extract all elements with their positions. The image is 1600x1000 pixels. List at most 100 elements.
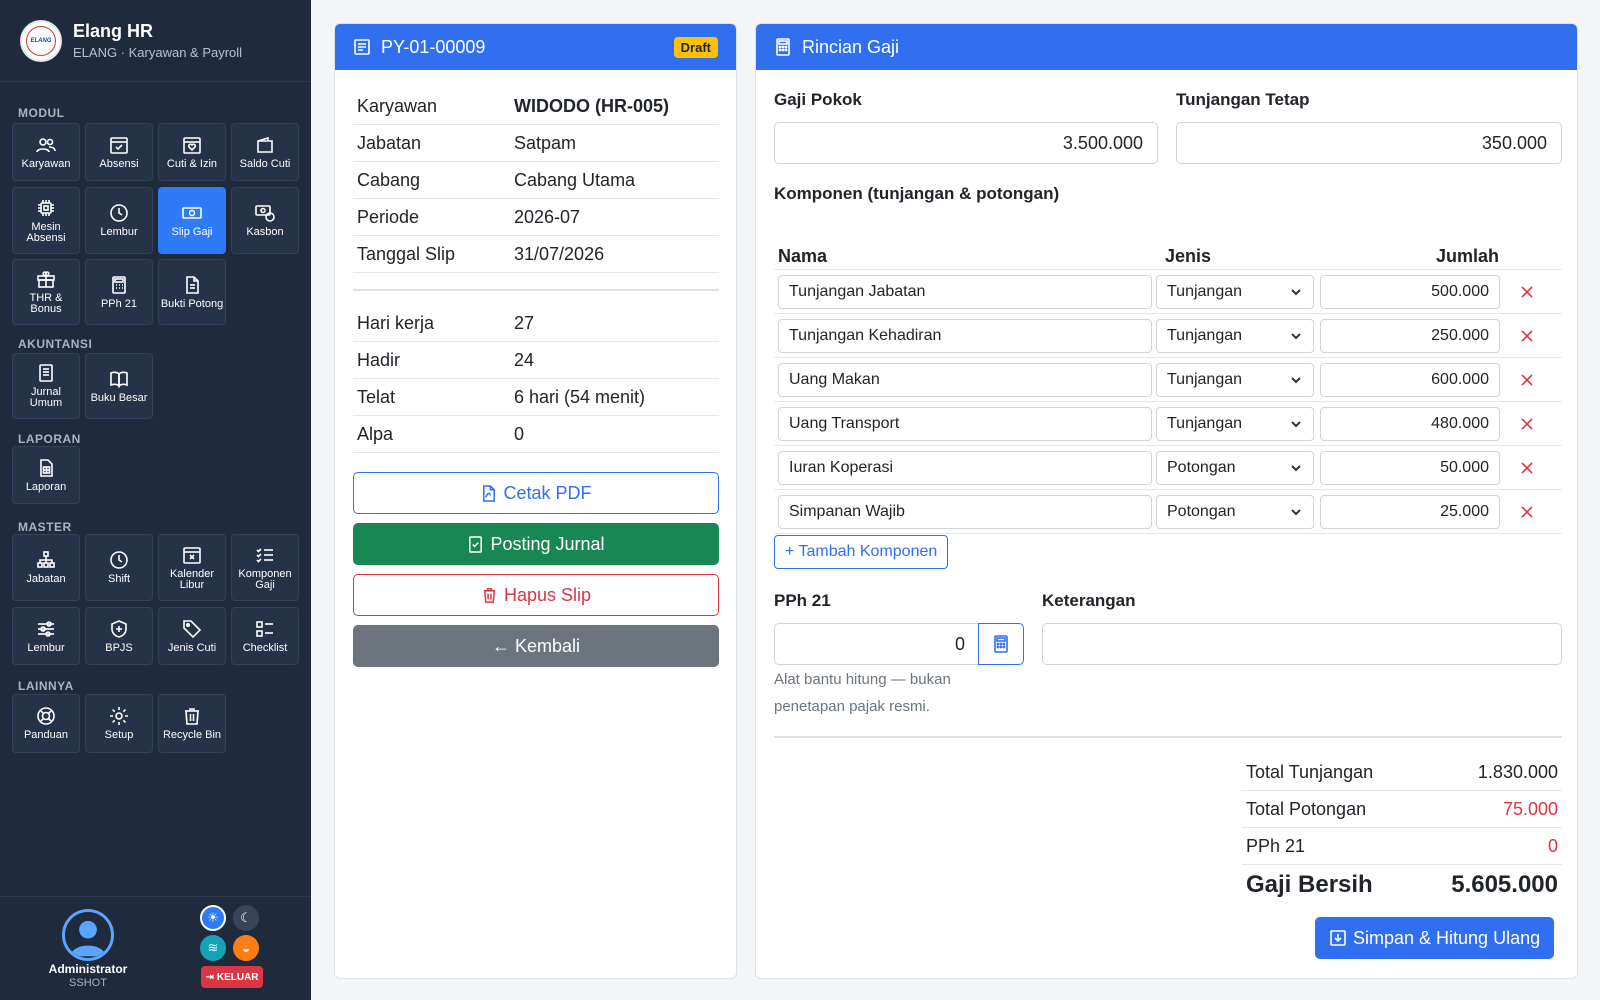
tunjangan-tetap-input[interactable]: 350.000 [1176,122,1562,164]
component-amount-input[interactable]: 600.000 [1320,363,1500,397]
remove-component-button[interactable] [1518,503,1536,521]
sidebar-footer: Administrator SSHOT [0,896,311,1000]
component-amount-input[interactable]: 500.000 [1320,275,1500,309]
component-type-select[interactable]: Tunjangan [1156,319,1314,353]
component-amount-input[interactable]: 480.000 [1320,407,1500,441]
sidebar-item-panduan[interactable]: Panduan [12,694,80,753]
sidebar-item-label: Checklist [242,641,288,654]
remove-component-button[interactable] [1518,371,1536,389]
sidebar-item-cuti-izin[interactable]: Cuti & Izin [158,123,226,181]
avatar[interactable] [62,909,114,961]
blue-theme-button[interactable]: ≋ [200,935,226,961]
sidebar-item-lembur[interactable]: Lembur [85,187,153,254]
sidebar-item-mesin-absensi[interactable]: Mesin Absensi [12,187,80,254]
sidebar-item-saldo-cuti[interactable]: Saldo Cuti [231,123,299,181]
component-row: Uang Makan Tunjangan 600.000 [774,357,1562,401]
sidebar-item-kasbon[interactable]: Kasbon [231,187,299,254]
component-name-input[interactable]: Uang Transport [778,407,1152,441]
keterangan-input[interactable] [1042,623,1562,665]
gaji-pokok-input[interactable]: 3.500.000 [774,122,1158,164]
info-value: 0 [514,423,525,444]
sliders-icon [36,619,56,639]
total-potongan-value: 75.000 [1502,798,1558,819]
sidebar-item-thr-bonus[interactable]: THR & Bonus [12,259,80,325]
total-tunjangan-label: Total Tunjangan [1246,761,1374,782]
section-akuntansi: AKUNTANSI [18,337,93,351]
sidebar-item-shift[interactable]: Shift [85,534,153,601]
sidebar-item-absensi[interactable]: Absensi [85,123,153,181]
remove-component-button[interactable] [1518,415,1536,433]
print-pdf-button[interactable]: Cetak PDF [353,472,719,514]
calculate-pph-button[interactable] [978,623,1024,665]
save-recalculate-button[interactable]: Simpan & Hitung Ulang [1315,917,1555,959]
delete-slip-button[interactable]: Hapus Slip [353,574,719,616]
component-amount-input[interactable]: 50.000 [1320,451,1500,485]
sidebar-item-label: Jenis Cuti [167,641,217,654]
totals-table: Total Tunjangan 1.830.000 Total Potongan 7… [1242,754,1562,905]
sidebar-item-setup[interactable]: Setup [85,694,153,753]
component-table-end [774,533,1562,534]
sidebar-item-jurnal-umum[interactable]: Jurnal Umum [12,353,80,419]
gaji-bersih-row: Gaji Bersih 5.605.000 [1242,865,1562,905]
component-type-value: Potongan [1167,459,1236,476]
component-amount-input[interactable]: 250.000 [1320,319,1500,353]
gaji-bersih-value: 5.605.000 [1451,871,1558,898]
component-name-input[interactable]: Simpanan Wajib [778,495,1152,529]
sidebar-item-slip-gaji[interactable]: Slip Gaji [158,187,226,254]
remove-component-button[interactable] [1518,283,1536,301]
component-type-select[interactable]: Tunjangan [1156,407,1314,441]
add-component-button[interactable]: + Tambah Komponen [774,535,949,569]
sidebar-item-karyawan[interactable]: Karyawan [12,123,80,181]
pph-input[interactable]: 0 [774,623,980,665]
component-type-select[interactable]: Potongan [1156,495,1314,529]
column-jumlah: Jumlah [1436,246,1500,266]
sidebar-item-label: Laporan [25,480,67,493]
info-key: Periode [357,206,420,227]
remove-component-button[interactable] [1518,459,1536,477]
component-name-input[interactable]: Iuran Koperasi [778,451,1152,485]
sidebar-item-lembur[interactable]: Lembur [12,607,80,665]
sidebar-item-checklist[interactable]: Checklist [231,607,299,665]
component-type-select[interactable]: Tunjangan [1156,275,1314,309]
print-pdf-label: Cetak PDF [503,482,592,503]
info-row: Hari kerja 27 [353,305,719,342]
component-name-input[interactable]: Tunjangan Kehadiran [778,319,1152,353]
sidebar-item-pph-21[interactable]: PPh 21 [85,259,153,325]
brand[interactable]: ELANG Elang HR ELANG · Karyawan & Payrol… [0,0,311,82]
component-type-select[interactable]: Potongan [1156,451,1314,485]
sidebar-item-jabatan[interactable]: Jabatan [12,534,80,601]
dark-theme-button[interactable]: ☾ [233,905,259,931]
post-journal-button[interactable]: Posting Jurnal [353,523,719,565]
logout-button[interactable]: ⇥ KELUAR [201,966,263,988]
sidebar-item-jenis-cuti[interactable]: Jenis Cuti [158,607,226,665]
sidebar-item-buku-besar[interactable]: Buku Besar [85,353,153,419]
sidebar-item-komponen-gaji[interactable]: Komponen Gaji [231,534,299,601]
component-row: Tunjangan Kehadiran Tunjangan 250.000 [774,313,1562,357]
calculator-icon [776,38,790,56]
info-row: Cabang Cabang Utama [353,162,719,199]
back-button[interactable]: ← Kembali [353,625,719,667]
org-chart-icon [36,550,56,570]
sidebar-item-kalender-libur[interactable]: Kalender Libur [158,534,226,601]
remove-component-button[interactable] [1518,327,1536,345]
cash-icon [182,203,202,223]
component-amount-input[interactable]: 25.000 [1320,495,1500,529]
logout-label: KELUAR [216,971,259,983]
component-name-input[interactable]: Tunjangan Jabatan [778,275,1152,309]
calendar-x-icon [182,545,202,565]
orange-theme-button[interactable]: ◒ [233,935,259,961]
slip-info-table: Karyawan WIDODO (HR-005) Jabatan Satpam Caba… [353,88,719,273]
light-theme-button[interactable]: ☀ [200,905,226,931]
component-name-input[interactable]: Uang Makan [778,363,1152,397]
sidebar-item-bukti-potong[interactable]: Bukti Potong [158,259,226,325]
sidebar-item-label: Buku Besar [90,391,148,404]
sidebar-item-laporan[interactable]: Laporan [12,446,80,504]
component-type-select[interactable]: Tunjangan [1156,363,1314,397]
sidebar-item-bpjs[interactable]: BPJS [85,607,153,665]
sidebar-item-recycle-bin[interactable]: Recycle Bin [158,694,226,753]
pph-total-row: PPh 21 0 [1242,828,1562,865]
brand-subtitle: ELANG · Karyawan & Payroll [73,45,243,60]
info-key: Karyawan [357,95,438,116]
pph-hint: Alat bantu hitung — bukan penetapan paja… [774,671,951,715]
total-potongan-label: Total Potongan [1246,798,1367,819]
